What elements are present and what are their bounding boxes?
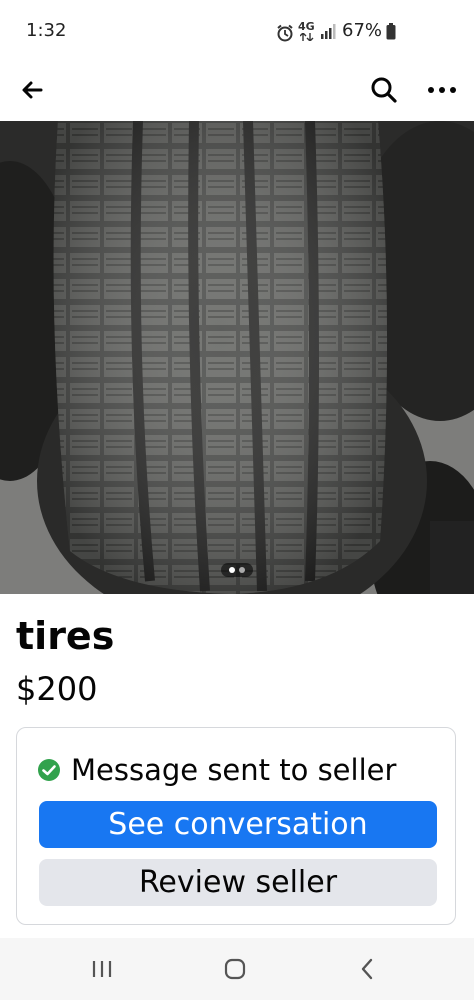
recent-apps-button[interactable]	[80, 952, 124, 986]
system-back-button[interactable]	[345, 952, 389, 986]
pager-dot-active	[229, 567, 235, 573]
listing-photo[interactable]	[0, 121, 474, 594]
signal-icon	[321, 24, 336, 39]
status-bar: 1:32 4G 67%	[0, 0, 474, 60]
listing-title: tires	[16, 614, 115, 658]
pager-dot	[239, 567, 245, 573]
home-icon	[224, 958, 246, 980]
status-time: 1:32	[26, 20, 67, 41]
message-sent-label: Message sent to seller	[71, 753, 397, 787]
network-type: 4G	[298, 20, 315, 33]
back-button[interactable]	[10, 68, 54, 112]
app-bar	[0, 60, 474, 120]
arrow-left-icon	[22, 81, 43, 99]
search-button[interactable]	[362, 68, 406, 112]
battery-percent: 67%	[342, 20, 383, 41]
more-options-button[interactable]	[420, 68, 464, 112]
battery-icon	[386, 23, 396, 40]
chevron-left-icon	[361, 958, 373, 980]
home-button[interactable]	[213, 952, 257, 986]
recent-apps-icon	[92, 961, 112, 977]
tire-image	[0, 121, 474, 594]
see-conversation-button[interactable]: See conversation	[39, 801, 437, 848]
system-nav-bar	[0, 938, 474, 1000]
seller-message-card: Message sent to seller See conversation …	[16, 727, 456, 925]
listing-price: $200	[16, 670, 98, 708]
alarm-icon	[277, 24, 293, 42]
data-arrows-icon	[300, 33, 314, 41]
photo-pager	[221, 563, 253, 577]
search-icon	[371, 77, 397, 103]
review-seller-button[interactable]: Review seller	[39, 859, 437, 906]
check-circle-icon	[38, 759, 60, 781]
more-horizontal-icon	[428, 87, 456, 93]
message-status: Message sent to seller	[37, 750, 396, 790]
